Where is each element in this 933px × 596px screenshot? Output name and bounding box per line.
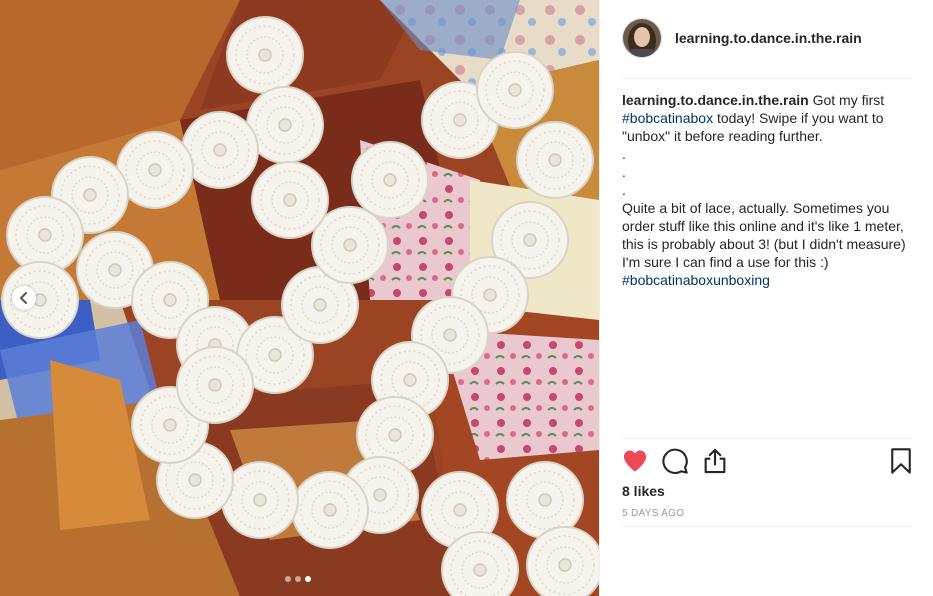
share-icon xyxy=(704,448,726,474)
post-caption: learning.to.dance.in.the.rain Got my fir… xyxy=(622,91,914,289)
divider xyxy=(622,526,911,527)
heart-icon xyxy=(623,450,647,472)
divider xyxy=(622,438,911,439)
carousel-prev-button[interactable] xyxy=(12,286,36,310)
header-username[interactable]: learning.to.dance.in.the.rain xyxy=(675,30,862,46)
hashtag-link[interactable]: #bobcatinaboxunboxing xyxy=(622,272,770,288)
caption-dot-line: . xyxy=(622,146,626,162)
comment-icon xyxy=(662,448,688,475)
bookmark-icon xyxy=(891,448,911,474)
post-header: learning.to.dance.in.the.rain xyxy=(622,18,911,79)
caption-text: Got my first xyxy=(808,92,885,108)
share-button[interactable] xyxy=(701,447,729,475)
lace-photo xyxy=(0,0,599,596)
caption-dot-line: . xyxy=(622,164,626,180)
action-bar xyxy=(622,447,912,477)
chevron-left-icon xyxy=(20,292,27,304)
instagram-post: learning.to.dance.in.the.rain learning.t… xyxy=(0,0,933,596)
avatar[interactable] xyxy=(622,18,662,58)
carousel-dot-active[interactable] xyxy=(305,576,311,582)
caption-dot-line: . xyxy=(622,182,626,198)
carousel-indicator xyxy=(285,576,311,582)
carousel-dot[interactable] xyxy=(295,576,301,582)
like-button[interactable] xyxy=(621,447,649,475)
post-media[interactable] xyxy=(0,0,599,596)
carousel-dot[interactable] xyxy=(285,576,291,582)
post-side-panel: learning.to.dance.in.the.rain learning.t… xyxy=(599,0,933,596)
post-timestamp[interactable]: 5 DAYS AGO xyxy=(622,508,684,519)
save-button[interactable] xyxy=(887,447,915,475)
caption-text: Quite a bit of lace, actually. Sometimes… xyxy=(622,200,906,270)
like-count[interactable]: 8 likes xyxy=(622,483,665,499)
comment-button[interactable] xyxy=(661,447,689,475)
caption-username[interactable]: learning.to.dance.in.the.rain xyxy=(622,92,809,108)
hashtag-link[interactable]: #bobcatinabox xyxy=(622,110,713,126)
avatar-image xyxy=(623,19,661,57)
